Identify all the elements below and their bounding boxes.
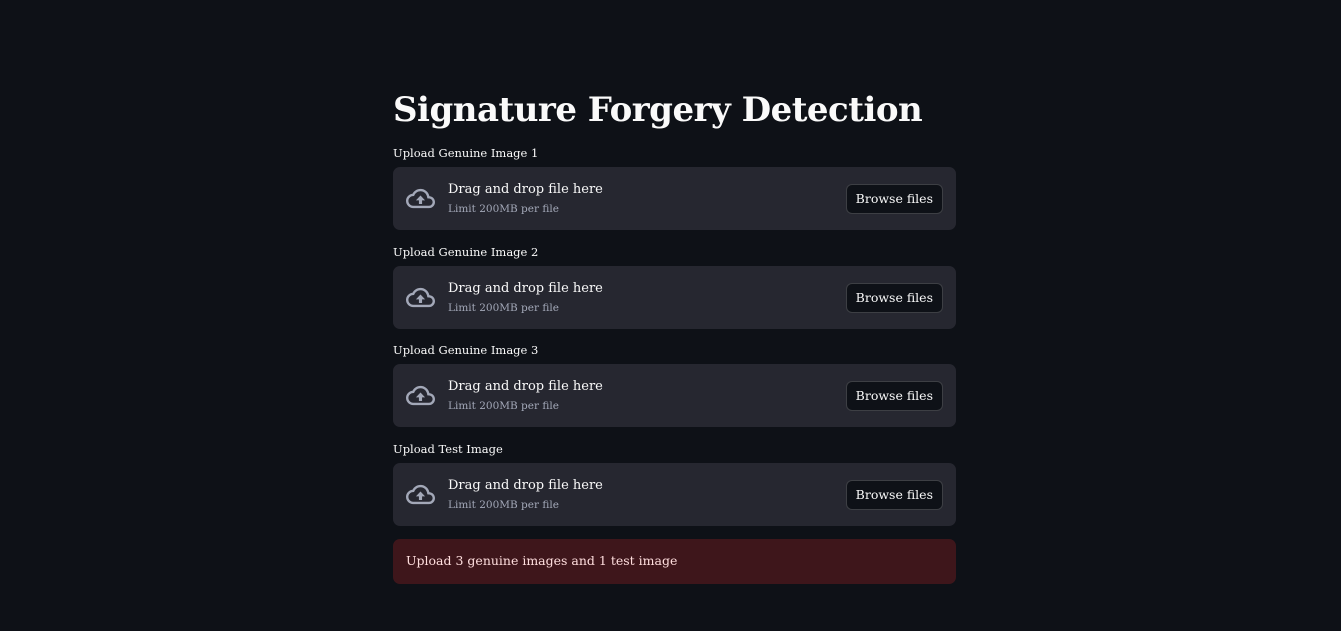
dropzone-instructions: Drag and drop file here xyxy=(448,478,603,493)
uploader-label-genuine-3: Upload Genuine Image 3 xyxy=(393,343,539,357)
dropzone-test[interactable]: Drag and drop file here Limit 200MB per … xyxy=(393,463,956,526)
uploader-label-genuine-2: Upload Genuine Image 2 xyxy=(393,245,539,259)
uploader-label-genuine-1: Upload Genuine Image 1 xyxy=(393,146,539,160)
browse-files-button-genuine-2[interactable]: Browse files xyxy=(845,283,943,313)
dropzone-limit: Limit 200MB per file xyxy=(448,400,559,412)
browse-files-button-test[interactable]: Browse files xyxy=(845,480,943,510)
error-alert: Upload 3 genuine images and 1 test image xyxy=(393,539,956,584)
page-title: Signature Forgery Detection xyxy=(393,90,923,130)
cloud-upload-icon xyxy=(406,287,435,308)
dropzone-limit: Limit 200MB per file xyxy=(448,302,559,314)
browse-files-button-genuine-3[interactable]: Browse files xyxy=(845,381,943,411)
cloud-upload-icon xyxy=(406,385,435,406)
dropzone-genuine-3[interactable]: Drag and drop file here Limit 200MB per … xyxy=(393,364,956,427)
error-alert-text: Upload 3 genuine images and 1 test image xyxy=(406,553,678,568)
dropzone-instructions: Drag and drop file here xyxy=(448,281,603,296)
dropzone-instructions: Drag and drop file here xyxy=(448,182,603,197)
dropzone-genuine-1[interactable]: Drag and drop file here Limit 200MB per … xyxy=(393,167,956,230)
dropzone-limit: Limit 200MB per file xyxy=(448,499,559,511)
cloud-upload-icon xyxy=(406,484,435,505)
cloud-upload-icon xyxy=(406,188,435,209)
uploader-label-test: Upload Test Image xyxy=(393,442,503,456)
dropzone-limit: Limit 200MB per file xyxy=(448,203,559,215)
dropzone-instructions: Drag and drop file here xyxy=(448,379,603,394)
browse-files-button-genuine-1[interactable]: Browse files xyxy=(845,184,943,214)
dropzone-genuine-2[interactable]: Drag and drop file here Limit 200MB per … xyxy=(393,266,956,329)
